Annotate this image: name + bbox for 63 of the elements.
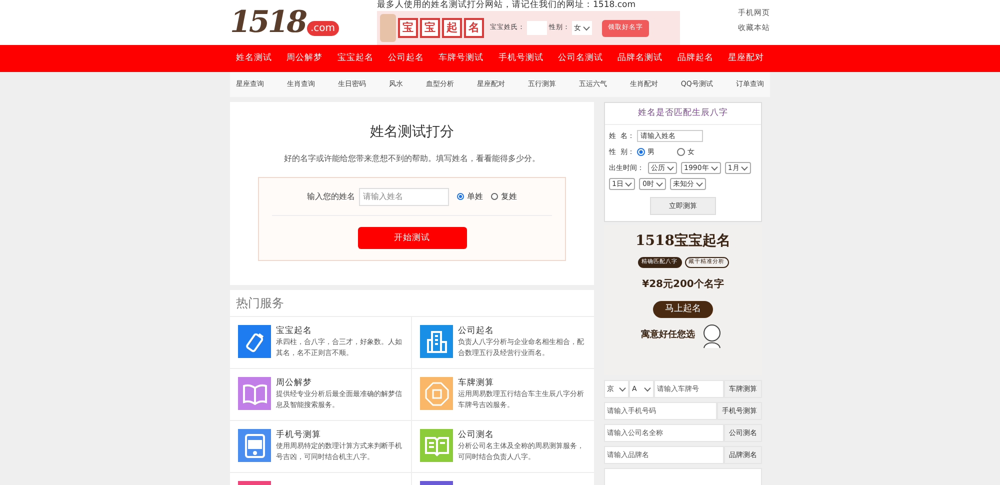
ad-slogan: 寓意好任您选 (641, 329, 695, 342)
chevron-down-icon (710, 166, 718, 171)
promo-character: 起 (442, 18, 462, 38)
service-title[interactable]: 手机号测算 (276, 429, 403, 441)
nav-link[interactable]: 周公解梦 (286, 52, 323, 65)
book-icon (242, 382, 268, 404)
promo-character: 名 (464, 18, 484, 38)
card-subtitle: 好的名字或许能给您带来意想不到的帮助。填写姓名，看看能得多少分。 (284, 153, 540, 165)
radio-label: 复姓 (501, 190, 517, 202)
tagline: 最多人使用的姓名测试打分网站，请记住我们的网址：1518.com (377, 0, 636, 11)
bazi-title: 姓名是否匹配生辰八字 (605, 103, 761, 125)
nav-link[interactable]: 姓名测试 (236, 52, 272, 65)
chevron-down-icon (644, 386, 651, 392)
surname-field[interactable] (527, 21, 547, 35)
chevron-down-icon (619, 386, 626, 392)
name-input-field[interactable]: 请输入姓名 (359, 188, 449, 206)
octagon-emblem-icon (424, 380, 450, 406)
service-title[interactable]: 公司起名 (458, 325, 586, 337)
promo-character: 宝 (398, 18, 418, 38)
service-icon-tile[interactable] (238, 325, 271, 358)
chevron-down-icon (625, 182, 632, 187)
promo-character: 宝 (420, 18, 440, 38)
chevron-down-icon (583, 26, 590, 30)
ad-title: 1518宝宝起名 (636, 232, 730, 252)
chevron-down-icon (656, 182, 663, 187)
radio-button[interactable] (677, 148, 686, 156)
chevron-down-icon (696, 182, 703, 187)
service-icon-tile[interactable] (238, 377, 271, 410)
nav-link[interactable]: 手机号测试 (498, 52, 544, 65)
start-test-button[interactable]: 开始测试 (358, 227, 466, 249)
card-title: 姓名测试打分 (370, 123, 454, 142)
service-title[interactable]: 车牌测算 (458, 377, 586, 389)
logo-text[interactable]: 1518 (230, 8, 306, 38)
service-icon-tile[interactable] (420, 325, 453, 358)
nav-link[interactable]: 车牌号测试 (438, 52, 484, 65)
service-title[interactable]: 公司测名 (458, 429, 586, 441)
building-icon (426, 330, 448, 354)
service-icon-tile[interactable] (238, 429, 271, 462)
radio-button[interactable] (457, 193, 464, 200)
radio-button[interactable] (637, 148, 646, 156)
logo-badge: .com (306, 21, 340, 36)
tool-input-field[interactable] (604, 468, 762, 485)
name-input-label: 输入您的姓名 (307, 190, 355, 202)
service-icon-tile[interactable] (420, 377, 453, 410)
service-title[interactable]: 宝宝起名 (276, 325, 403, 337)
nav-link[interactable]: 品牌起名 (677, 52, 714, 65)
nav-link[interactable]: 品牌名测试 (618, 52, 663, 65)
service-icon-tile[interactable] (420, 429, 453, 462)
nav-link[interactable]: 公司名测试 (558, 52, 603, 65)
service-title[interactable]: 周公解梦 (276, 377, 403, 389)
services-title: 热门服务 (230, 290, 594, 317)
ad-price: ¥28元200个名字 (642, 277, 724, 292)
radio-button[interactable] (491, 193, 498, 200)
nav-link[interactable]: 宝宝起名 (337, 52, 374, 65)
chevron-down-icon (741, 166, 748, 171)
bottle-icon (244, 330, 266, 352)
nav-link[interactable]: 公司起名 (388, 52, 424, 65)
nav-link[interactable]: 星座配对 (728, 52, 764, 65)
chevron-down-icon (667, 166, 674, 171)
open-book-icon (424, 434, 450, 456)
tablet-icon (242, 432, 266, 458)
ad-button[interactable]: 马上起名 (653, 300, 713, 318)
radio-label: 单姓 (467, 190, 483, 202)
